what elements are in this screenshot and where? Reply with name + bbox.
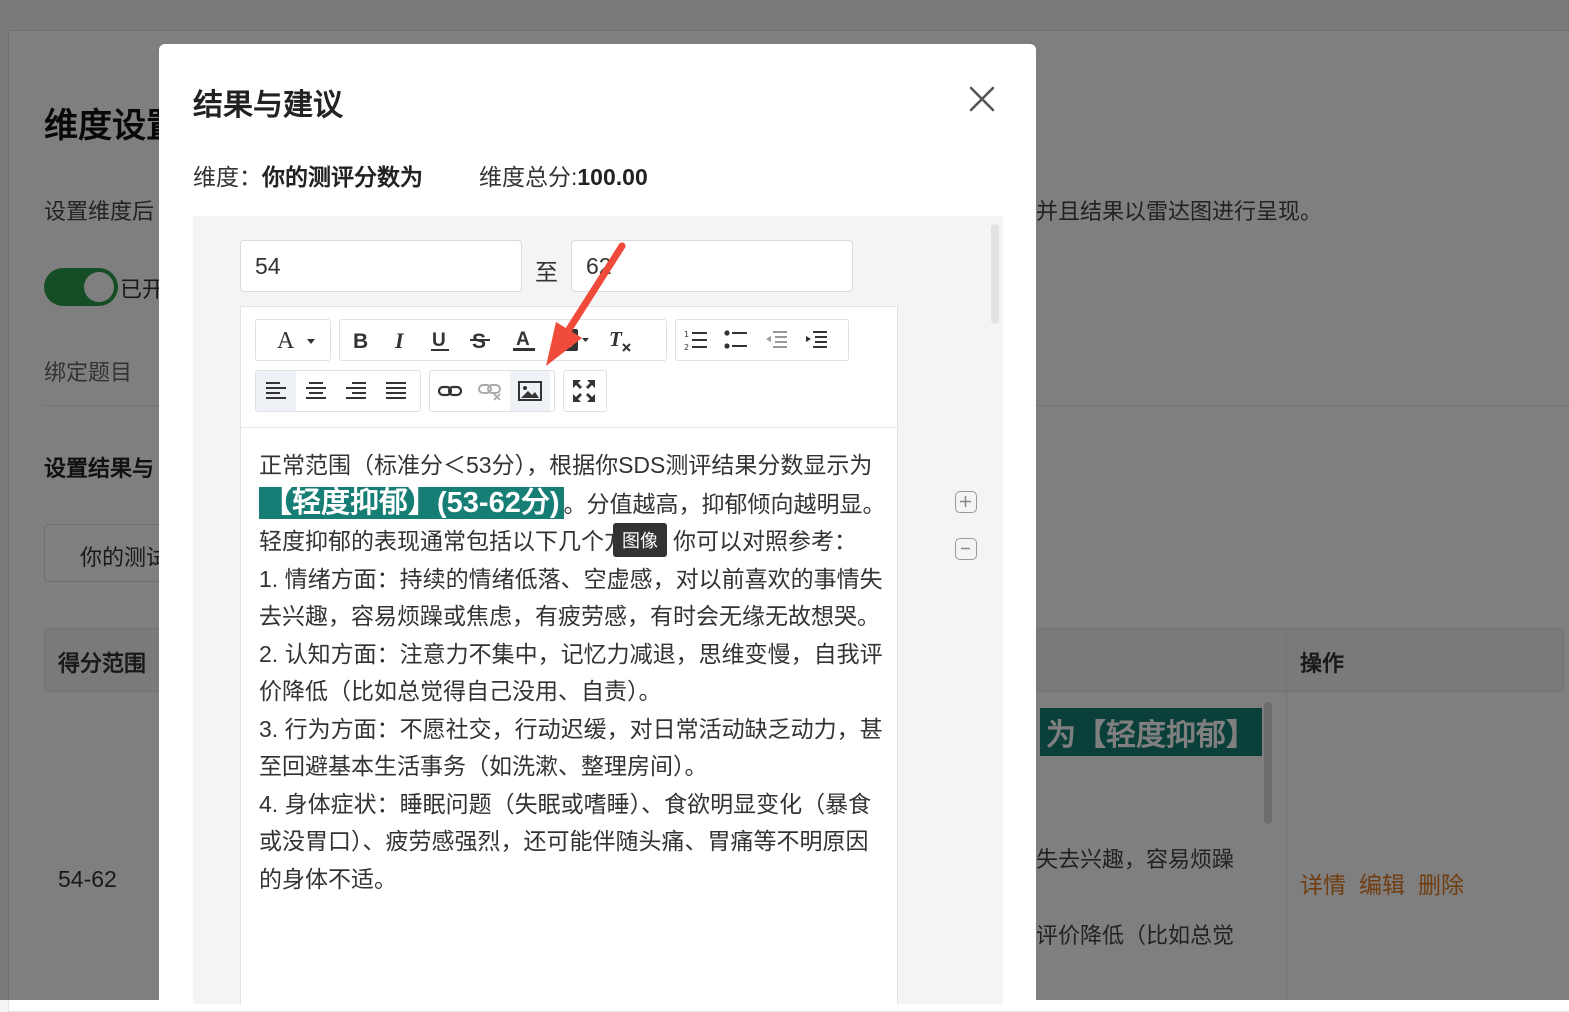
link-button[interactable] — [430, 371, 470, 411]
dimension-name: 你的测评分数为 — [262, 164, 423, 190]
unordered-list-icon — [724, 330, 747, 349]
scrollbar[interactable] — [991, 224, 999, 324]
dimension-info: 维度：你的测评分数为 维度总分:100.00 — [193, 158, 648, 192]
strikethrough-icon: S — [470, 330, 490, 353]
fullscreen-group — [563, 370, 607, 412]
outdent-button[interactable] — [756, 320, 796, 360]
align-justify-icon — [386, 382, 406, 399]
align-left-icon — [266, 382, 286, 399]
svg-text:A: A — [559, 331, 572, 351]
ordered-list-button[interactable]: 12 — [676, 320, 716, 360]
modal-title: 结果与建议 — [193, 89, 343, 122]
clear-format-icon: T — [609, 327, 631, 352]
font-size-button[interactable]: A — [256, 320, 330, 360]
clear-format-button[interactable]: T — [596, 320, 644, 360]
align-center-icon — [306, 382, 326, 399]
list-group: 12 — [675, 319, 849, 361]
close-icon — [969, 86, 995, 112]
font-color-button[interactable]: A — [500, 320, 548, 360]
underline-icon: U — [431, 330, 449, 351]
fullscreen-button[interactable] — [564, 371, 604, 411]
align-center-button[interactable] — [296, 371, 336, 411]
italic-button[interactable]: I — [380, 320, 420, 360]
font-color-icon: A — [513, 329, 535, 351]
align-left-button[interactable] — [256, 371, 296, 411]
outdent-icon — [766, 331, 787, 348]
add-range-button[interactable] — [955, 491, 977, 513]
range-separator: 至 — [535, 259, 558, 285]
indent-icon — [806, 331, 827, 348]
svg-text:A: A — [277, 328, 295, 354]
editor-toolbar: A B I U S A A T 12 — [241, 307, 897, 428]
unordered-list-button[interactable] — [716, 320, 756, 360]
result-suggestion-modal: 结果与建议 维度：你的测评分数为 维度总分:100.00 至 A B I — [159, 44, 1036, 1004]
ordered-list-icon: 12 — [684, 330, 707, 352]
total-score-label: 维度总分: — [479, 164, 578, 190]
align-justify-button[interactable] — [376, 371, 416, 411]
image-button[interactable] — [510, 371, 550, 411]
align-right-icon — [346, 382, 366, 399]
font-size-group: A — [255, 319, 331, 361]
unlink-button[interactable] — [470, 371, 510, 411]
total-score-value: 100.00 — [577, 164, 648, 190]
minus-icon — [961, 547, 970, 550]
svg-text:T: T — [609, 327, 623, 351]
svg-text:I: I — [394, 328, 405, 353]
strikethrough-button[interactable]: S — [460, 320, 500, 360]
background-color-button[interactable]: A — [548, 320, 596, 360]
link-icon — [437, 385, 463, 397]
content-paragraph: 正常范围（标准分＜53分），根据你SDS测评结果分数显示为【轻度抑郁】(53-6… — [259, 452, 886, 519]
range-from-input[interactable] — [240, 240, 522, 292]
plus-icon — [960, 496, 971, 507]
format-group: B I U S A A T — [339, 319, 667, 361]
rich-text-editor: A B I U S A A T 12 正常范围（标准分＜53分），根据你SDS测… — [240, 306, 898, 1004]
font-size-icon: A — [277, 328, 315, 354]
bold-button[interactable]: B — [340, 320, 380, 360]
content-paragraph: 3. 行为方面：不愿社交，行动迟缓，对日常活动缺乏动力，甚至回避基本生活事务（如… — [259, 715, 883, 780]
content-paragraph: 1. 情绪方面：持续的情绪低落、空虚感，对以前喜欢的事情失去兴趣，容易烦躁或焦虑… — [259, 565, 883, 630]
italic-icon: I — [394, 328, 405, 353]
bold-icon: B — [353, 330, 368, 353]
image-icon — [518, 381, 542, 401]
severity-highlight: 【轻度抑郁】(53-62分) — [259, 486, 564, 519]
align-group — [255, 370, 421, 412]
content-paragraph: 4. 身体症状：睡眠问题（失眠或嗜睡）、食欲明显变化（暴食或没胃口）、疲劳感强烈… — [259, 790, 872, 892]
remove-range-button[interactable] — [955, 538, 977, 560]
svg-text:A: A — [516, 329, 530, 350]
svg-text:S: S — [472, 330, 486, 353]
insert-group — [429, 370, 555, 412]
svg-text:B: B — [353, 330, 368, 353]
range-to-input[interactable] — [571, 240, 853, 292]
background-color-icon: A — [554, 329, 589, 351]
close-button[interactable] — [965, 82, 999, 116]
align-right-button[interactable] — [336, 371, 376, 411]
dimension-label: 维度： — [193, 164, 262, 190]
editor-content[interactable]: 正常范围（标准分＜53分），根据你SDS测评结果分数显示为【轻度抑郁】(53-6… — [259, 447, 889, 898]
content-paragraph: 2. 认知方面：注意力不集中，记忆力减退，思维变慢，自我评价降低（比如总觉得自己… — [259, 640, 883, 705]
svg-text:2: 2 — [684, 343, 689, 352]
underline-button[interactable]: U — [420, 320, 460, 360]
fullscreen-icon — [573, 380, 595, 402]
range-edit-area: 至 A B I U S A A T — [193, 216, 1003, 1004]
image-tooltip: 图像 — [613, 523, 667, 557]
unlink-icon — [478, 384, 501, 401]
svg-text:U: U — [432, 330, 446, 351]
content-paragraph: 轻度抑郁的表现通常包括以下几个方面，你可以对照参考： — [259, 528, 857, 554]
indent-button[interactable] — [796, 320, 836, 360]
svg-text:1: 1 — [684, 330, 689, 339]
